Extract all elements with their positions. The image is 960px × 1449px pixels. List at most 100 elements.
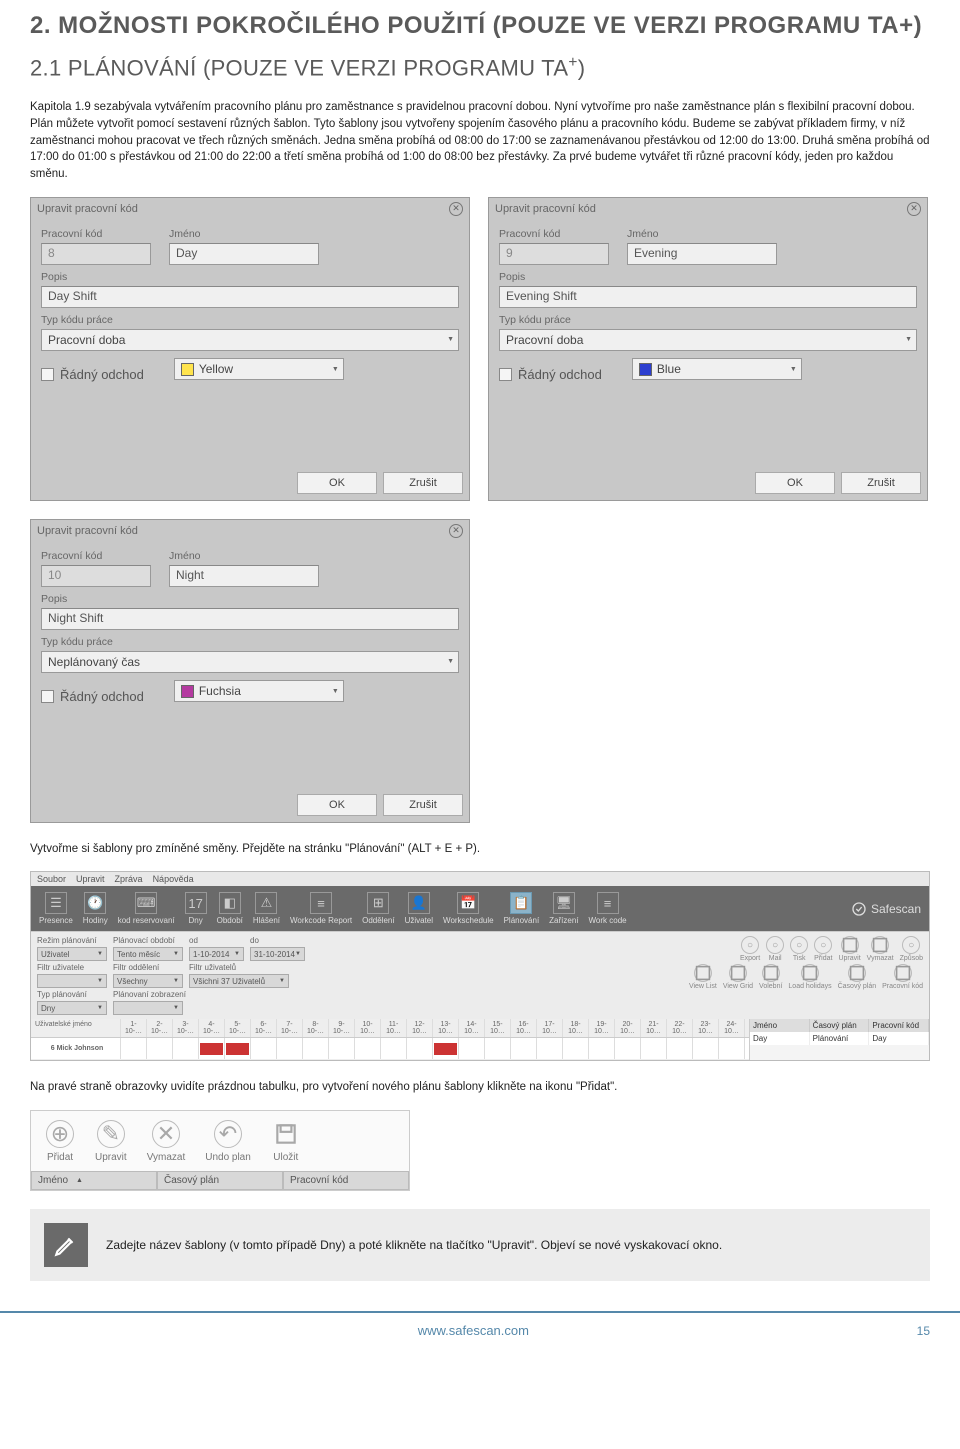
action-button[interactable]: ○Přidat	[814, 936, 832, 962]
filter-select[interactable]: Dny▼	[37, 1001, 107, 1015]
ribbon-tab[interactable]: 17Dny	[185, 892, 207, 925]
schedule-cell[interactable]	[147, 1038, 173, 1059]
schedule-cell[interactable]	[381, 1038, 407, 1059]
ribbon-tab[interactable]: ☰Presence	[39, 892, 73, 925]
ribbon-tab[interactable]: ◧Období	[217, 892, 243, 925]
toolbar-button[interactable]: ↶Undo plan	[195, 1115, 261, 1167]
desc-input[interactable]: Day Shift	[41, 286, 459, 308]
schedule-cell[interactable]	[199, 1038, 225, 1059]
day-header: 8-10-…	[303, 1019, 329, 1037]
ribbon-tab[interactable]: ⊞Oddělení	[362, 892, 394, 925]
schedule-cell[interactable]	[693, 1038, 719, 1059]
schedule-cell[interactable]	[121, 1038, 147, 1059]
schedule-cell[interactable]	[719, 1038, 745, 1059]
action-label: Upravit	[838, 955, 860, 962]
type-select[interactable]: Pracovní doba▼	[499, 329, 917, 351]
toolbar-button[interactable]: ✎Upravit	[85, 1115, 137, 1167]
menu-item[interactable]: Soubor	[37, 874, 66, 884]
ribbon-tab[interactable]: 👤Uživatel	[405, 892, 433, 925]
name-input[interactable]: Evening	[627, 243, 777, 265]
close-icon[interactable]: ✕	[449, 202, 463, 216]
schedule-cell[interactable]	[589, 1038, 615, 1059]
close-icon[interactable]: ✕	[907, 202, 921, 216]
toolbar-button[interactable]: Uložit	[261, 1115, 311, 1167]
regular-checkbox[interactable]: Řádný odchod	[499, 367, 602, 382]
ribbon-tab[interactable]: 📅Workschedule	[443, 892, 494, 925]
action-icon: ○	[790, 936, 808, 954]
desc-input[interactable]: Night Shift	[41, 608, 459, 630]
filter-label: Režim plánování	[37, 936, 107, 945]
schedule-cell[interactable]	[511, 1038, 537, 1059]
cancel-button[interactable]: Zrušit	[383, 794, 463, 816]
filter-select[interactable]: Uživatel▼	[37, 947, 107, 961]
filter-select[interactable]: ▼	[37, 974, 107, 988]
ribbon-tab[interactable]: 🕐Hodiny	[83, 892, 108, 925]
cancel-button[interactable]: Zrušit	[841, 472, 921, 494]
action-button[interactable]: Časový plán	[838, 964, 877, 990]
action-button[interactable]: Upravit	[838, 936, 860, 962]
ribbon-tab[interactable]: ≡Workcode Report	[290, 892, 352, 925]
action-button[interactable]: ○Způsob	[900, 936, 923, 962]
schedule-cell[interactable]	[277, 1038, 303, 1059]
schedule-cell[interactable]	[355, 1038, 381, 1059]
menu-item[interactable]: Zpráva	[115, 874, 143, 884]
filter-select[interactable]: ▼	[113, 1001, 183, 1015]
schedule-cell[interactable]	[433, 1038, 459, 1059]
filter-select[interactable]: Tento měsíc▼	[113, 947, 183, 961]
close-icon[interactable]: ✕	[449, 524, 463, 538]
menu-item[interactable]: Upravit	[76, 874, 105, 884]
filter-select[interactable]: Všechny▼	[113, 974, 183, 988]
schedule-cell[interactable]	[537, 1038, 563, 1059]
action-button[interactable]: View Grid	[723, 964, 753, 990]
ribbon-tab[interactable]: ⌨kod reservovaní	[118, 892, 175, 925]
filter-select[interactable]: 31-10-2014▼	[250, 947, 305, 961]
action-button[interactable]: Load holidays	[788, 964, 831, 990]
color-select[interactable]: Yellow▼	[174, 358, 344, 380]
schedule-cell[interactable]	[563, 1038, 589, 1059]
toolbar-label: Vymazat	[147, 1152, 186, 1163]
schedule-cell[interactable]	[641, 1038, 667, 1059]
schedule-cell[interactable]	[173, 1038, 199, 1059]
menu-item[interactable]: Nápověda	[153, 874, 194, 884]
regular-checkbox[interactable]: Řádný odchod	[41, 367, 144, 382]
ok-button[interactable]: OK	[297, 794, 377, 816]
schedule-cell[interactable]	[329, 1038, 355, 1059]
schedule-cell[interactable]	[251, 1038, 277, 1059]
action-button[interactable]: Volební	[759, 964, 782, 990]
ribbon-tab[interactable]: 🖥Zařízení	[549, 892, 578, 925]
type-select[interactable]: Pracovní doba▼	[41, 329, 459, 351]
toolbar-button[interactable]: ⊕Přidat	[35, 1115, 85, 1167]
action-button[interactable]: View List	[689, 964, 717, 990]
toolbar-button[interactable]: ✕Vymazat	[137, 1115, 196, 1167]
action-button[interactable]: ○Mail	[766, 936, 784, 962]
filter-select[interactable]: 1-10-2014▼	[189, 947, 244, 961]
ribbon-tab[interactable]: ≡Work code	[589, 892, 627, 925]
action-button[interactable]: ○Tisk	[790, 936, 808, 962]
type-select[interactable]: Neplánovaný čas▼	[41, 651, 459, 673]
desc-input[interactable]: Evening Shift	[499, 286, 917, 308]
action-button[interactable]: Vymazat	[867, 936, 894, 962]
action-button[interactable]: Pracovní kód	[882, 964, 923, 990]
color-select[interactable]: Fuchsia▼	[174, 680, 344, 702]
schedule-cell[interactable]	[615, 1038, 641, 1059]
ribbon-tab[interactable]: ⚠Hlášení	[253, 892, 280, 925]
name-input[interactable]: Day	[169, 243, 319, 265]
name-input[interactable]: Night	[169, 565, 319, 587]
schedule-cell[interactable]	[485, 1038, 511, 1059]
ribbon-tab[interactable]: 📋Plánování	[504, 892, 540, 925]
ok-button[interactable]: OK	[297, 472, 377, 494]
regular-checkbox[interactable]: Řádný odchod	[41, 689, 144, 704]
color-select[interactable]: Blue▼	[632, 358, 802, 380]
color-value: Fuchsia	[199, 684, 241, 698]
schedule-cell[interactable]	[459, 1038, 485, 1059]
schedule-cell[interactable]	[667, 1038, 693, 1059]
action-button[interactable]: ○Export	[740, 936, 760, 962]
day-header: 11-10…	[381, 1019, 407, 1037]
ok-button[interactable]: OK	[755, 472, 835, 494]
filter-label: Filtr uživatele	[37, 963, 107, 972]
filter-select[interactable]: Všichni 37 Uživatelů▼	[189, 974, 289, 988]
schedule-cell[interactable]	[225, 1038, 251, 1059]
cancel-button[interactable]: Zrušit	[383, 472, 463, 494]
schedule-cell[interactable]	[407, 1038, 433, 1059]
schedule-cell[interactable]	[303, 1038, 329, 1059]
